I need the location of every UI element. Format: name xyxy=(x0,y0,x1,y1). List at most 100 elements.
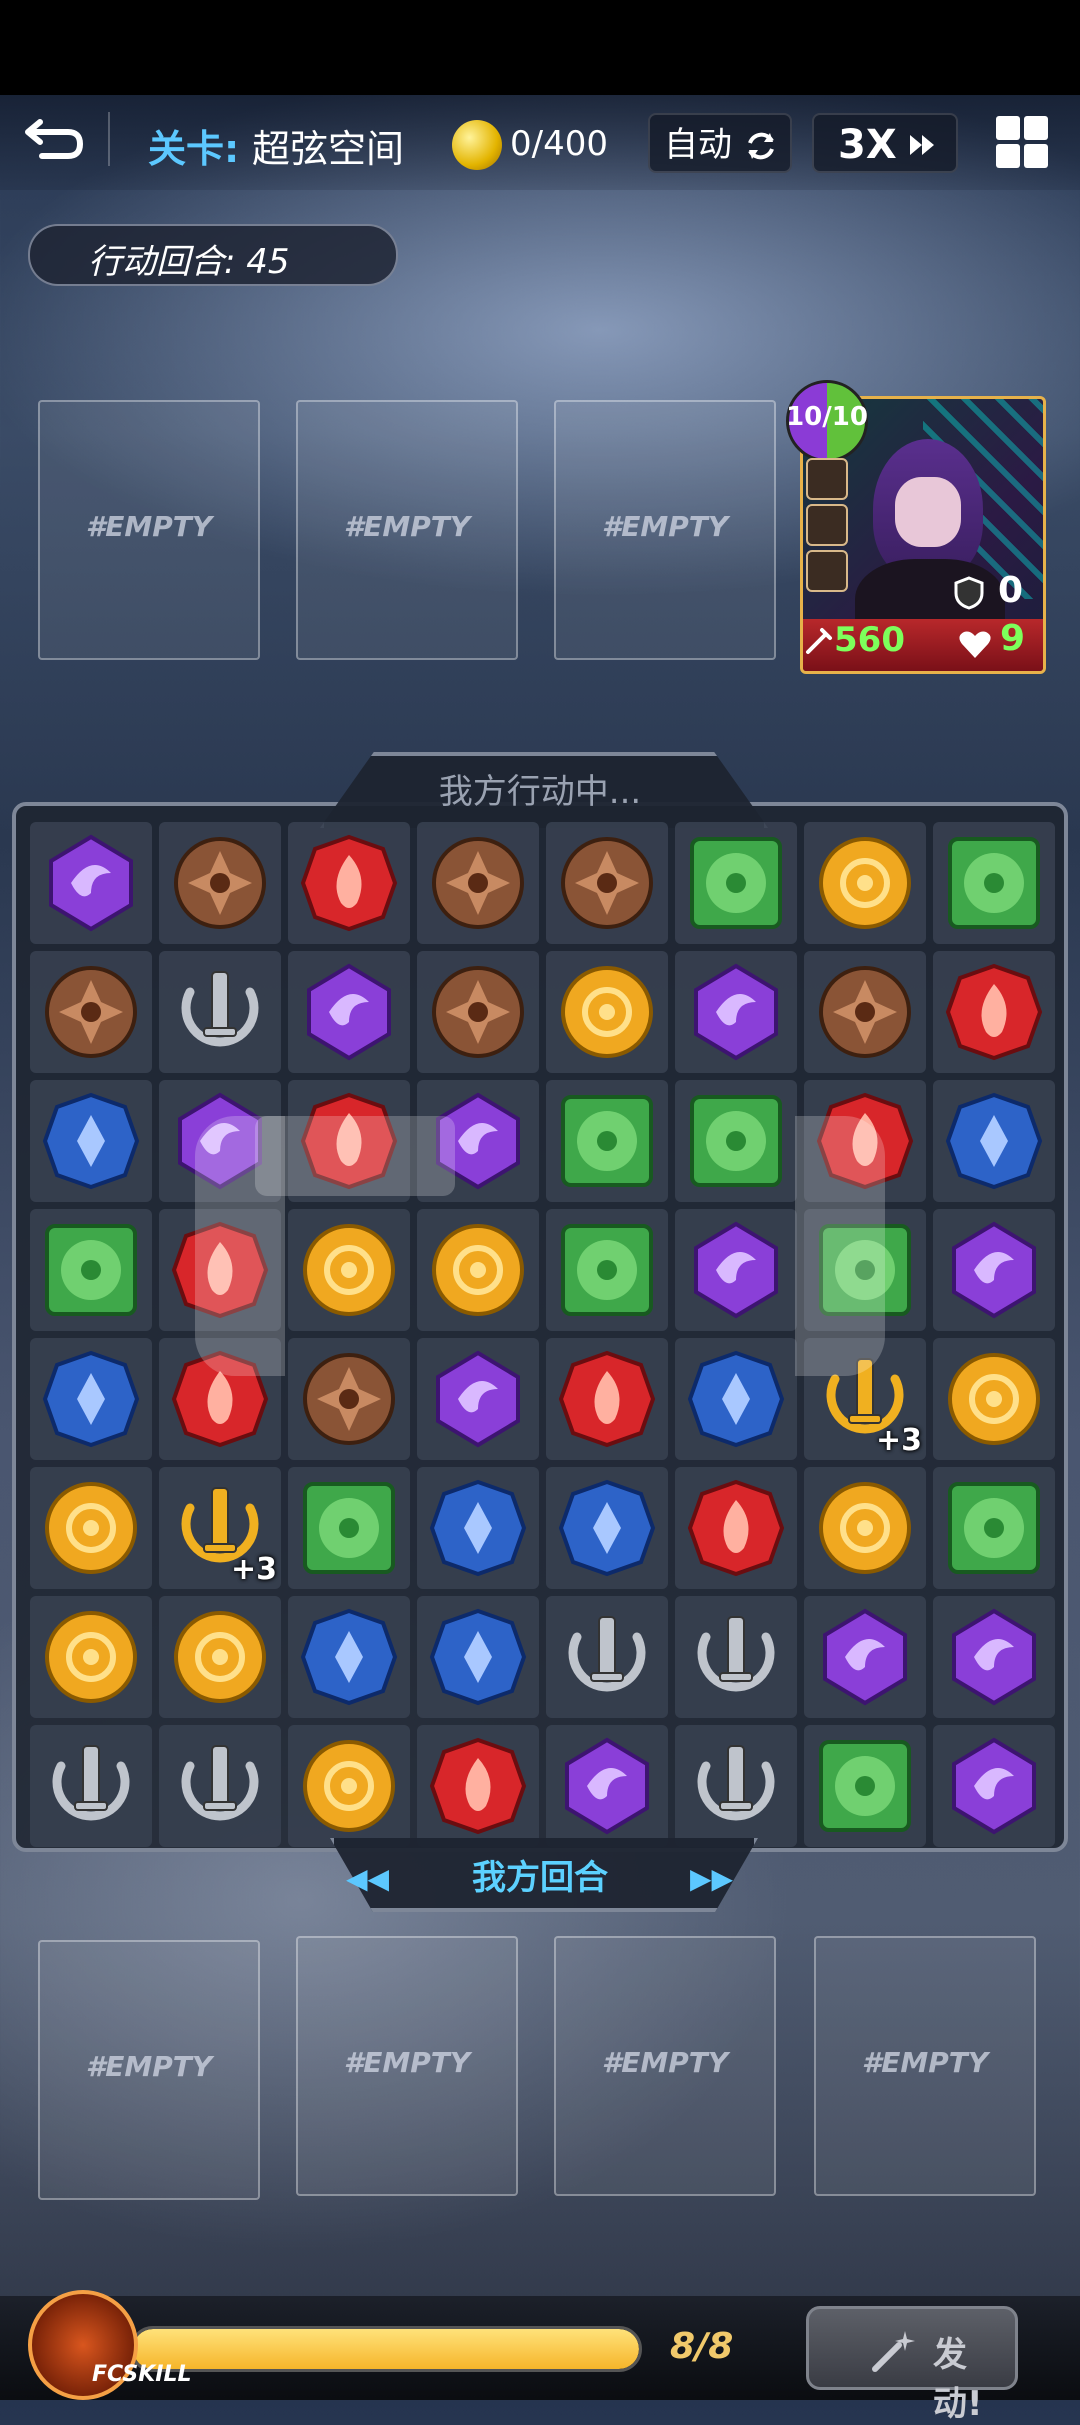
gem-red[interactable] xyxy=(159,1338,281,1460)
gem-purple-icon xyxy=(694,1221,778,1319)
gem-blue[interactable] xyxy=(675,1338,797,1460)
gem-purple[interactable] xyxy=(804,1596,926,1718)
gem-red[interactable] xyxy=(933,951,1055,1073)
shield-icon xyxy=(954,576,984,610)
gem-blue-icon xyxy=(558,1479,656,1577)
gem-brown[interactable] xyxy=(417,822,539,944)
gem-yellow[interactable] xyxy=(30,1467,152,1589)
gem-blue[interactable] xyxy=(417,1467,539,1589)
gem-purple[interactable] xyxy=(417,1338,539,1460)
gem-brown[interactable] xyxy=(546,822,668,944)
gem-purple[interactable] xyxy=(675,1209,797,1331)
gem-purple[interactable] xyxy=(417,1080,539,1202)
gem-blue-icon xyxy=(687,1350,785,1448)
gem-brown-icon xyxy=(432,837,524,929)
header-divider xyxy=(108,112,110,166)
gem-silver[interactable] xyxy=(546,1596,668,1718)
gem-blue[interactable] xyxy=(546,1467,668,1589)
gem-red[interactable] xyxy=(804,1080,926,1202)
gem-silver[interactable] xyxy=(675,1725,797,1847)
refresh-icon xyxy=(748,132,774,160)
gem-silver[interactable] xyxy=(675,1596,797,1718)
auto-label: 自动 xyxy=(664,125,732,165)
player-slot[interactable]: #EMPTY xyxy=(554,1936,776,2196)
gem-yellow[interactable] xyxy=(417,1209,539,1331)
gem-blue[interactable] xyxy=(30,1080,152,1202)
gem-yellow[interactable] xyxy=(159,1596,281,1718)
player-slot[interactable]: #EMPTY xyxy=(38,1940,260,2200)
activate-label: 发动! xyxy=(933,2335,983,2424)
gem-silver-icon xyxy=(568,1616,646,1692)
speed-button[interactable]: 3X xyxy=(812,113,958,173)
gem-yellow-icon xyxy=(819,837,911,929)
auto-button[interactable]: 自动 xyxy=(648,113,792,173)
gem-yellow[interactable] xyxy=(933,1338,1055,1460)
gem-bonus-label: +3 xyxy=(230,1552,277,1587)
gem-silver[interactable] xyxy=(30,1725,152,1847)
gem-red[interactable] xyxy=(546,1338,668,1460)
gem-red[interactable] xyxy=(417,1725,539,1847)
gem-green[interactable] xyxy=(804,1209,926,1331)
gem-purple[interactable] xyxy=(933,1209,1055,1331)
gem-red-icon xyxy=(687,1479,785,1577)
energy-counter: 8/8 xyxy=(670,2326,734,2367)
gem-blue[interactable] xyxy=(417,1596,539,1718)
gem-purple-icon xyxy=(307,963,391,1061)
gem-purple[interactable] xyxy=(288,951,410,1073)
gem-purple-icon xyxy=(49,834,133,932)
gem-red[interactable] xyxy=(159,1209,281,1331)
gem-silver-icon xyxy=(52,1745,130,1821)
gem-green[interactable] xyxy=(546,1209,668,1331)
gem-yellow[interactable] xyxy=(804,822,926,944)
enemy-slot[interactable]: #EMPTY xyxy=(554,400,776,660)
gem-gold-bonus[interactable]: +3 xyxy=(804,1338,926,1460)
gem-yellow[interactable] xyxy=(546,951,668,1073)
gem-green[interactable] xyxy=(675,822,797,944)
gem-brown[interactable] xyxy=(30,951,152,1073)
gem-purple[interactable] xyxy=(30,822,152,944)
gem-green[interactable] xyxy=(804,1725,926,1847)
gem-red-icon xyxy=(429,1737,527,1835)
player-slot[interactable]: #EMPTY xyxy=(814,1936,1036,2196)
gem-silver[interactable] xyxy=(159,951,281,1073)
gem-red[interactable] xyxy=(675,1467,797,1589)
gem-red-icon xyxy=(300,834,398,932)
sword-icon xyxy=(806,628,832,654)
gem-brown[interactable] xyxy=(288,1338,410,1460)
player-slot[interactable]: #EMPTY xyxy=(296,1936,518,2196)
menu-grid-icon[interactable] xyxy=(992,112,1052,172)
fcskill-label: FCSKILL xyxy=(92,2362,192,2387)
gem-red[interactable] xyxy=(288,822,410,944)
gem-red[interactable] xyxy=(288,1080,410,1202)
enemy-slot-label: #EMPTY xyxy=(85,510,213,543)
gem-brown[interactable] xyxy=(804,951,926,1073)
enemy-slot[interactable]: #EMPTY xyxy=(38,400,260,660)
gem-silver[interactable] xyxy=(159,1725,281,1847)
gem-purple[interactable] xyxy=(546,1725,668,1847)
gem-gold-bonus[interactable]: +3 xyxy=(159,1467,281,1589)
gem-yellow[interactable] xyxy=(288,1209,410,1331)
gem-green[interactable] xyxy=(288,1467,410,1589)
back-icon[interactable] xyxy=(22,108,86,172)
gem-green[interactable] xyxy=(933,1467,1055,1589)
gem-brown[interactable] xyxy=(159,822,281,944)
gem-green[interactable] xyxy=(30,1209,152,1331)
gem-blue[interactable] xyxy=(30,1338,152,1460)
gem-green[interactable] xyxy=(546,1080,668,1202)
gem-purple-icon xyxy=(436,1350,520,1448)
gem-green[interactable] xyxy=(933,822,1055,944)
gem-yellow[interactable] xyxy=(804,1467,926,1589)
enemy-slot[interactable]: #EMPTY xyxy=(296,400,518,660)
gem-purple[interactable] xyxy=(933,1596,1055,1718)
activate-button[interactable]: 发动! xyxy=(806,2306,1018,2424)
gem-yellow-icon xyxy=(819,1482,911,1574)
gem-blue[interactable] xyxy=(933,1080,1055,1202)
gem-yellow[interactable] xyxy=(30,1596,152,1718)
gem-yellow[interactable] xyxy=(288,1725,410,1847)
gem-green[interactable] xyxy=(675,1080,797,1202)
gem-brown[interactable] xyxy=(417,951,539,1073)
gem-purple[interactable] xyxy=(933,1725,1055,1847)
gem-blue[interactable] xyxy=(288,1596,410,1718)
gem-purple[interactable] xyxy=(159,1080,281,1202)
gem-purple[interactable] xyxy=(675,951,797,1073)
